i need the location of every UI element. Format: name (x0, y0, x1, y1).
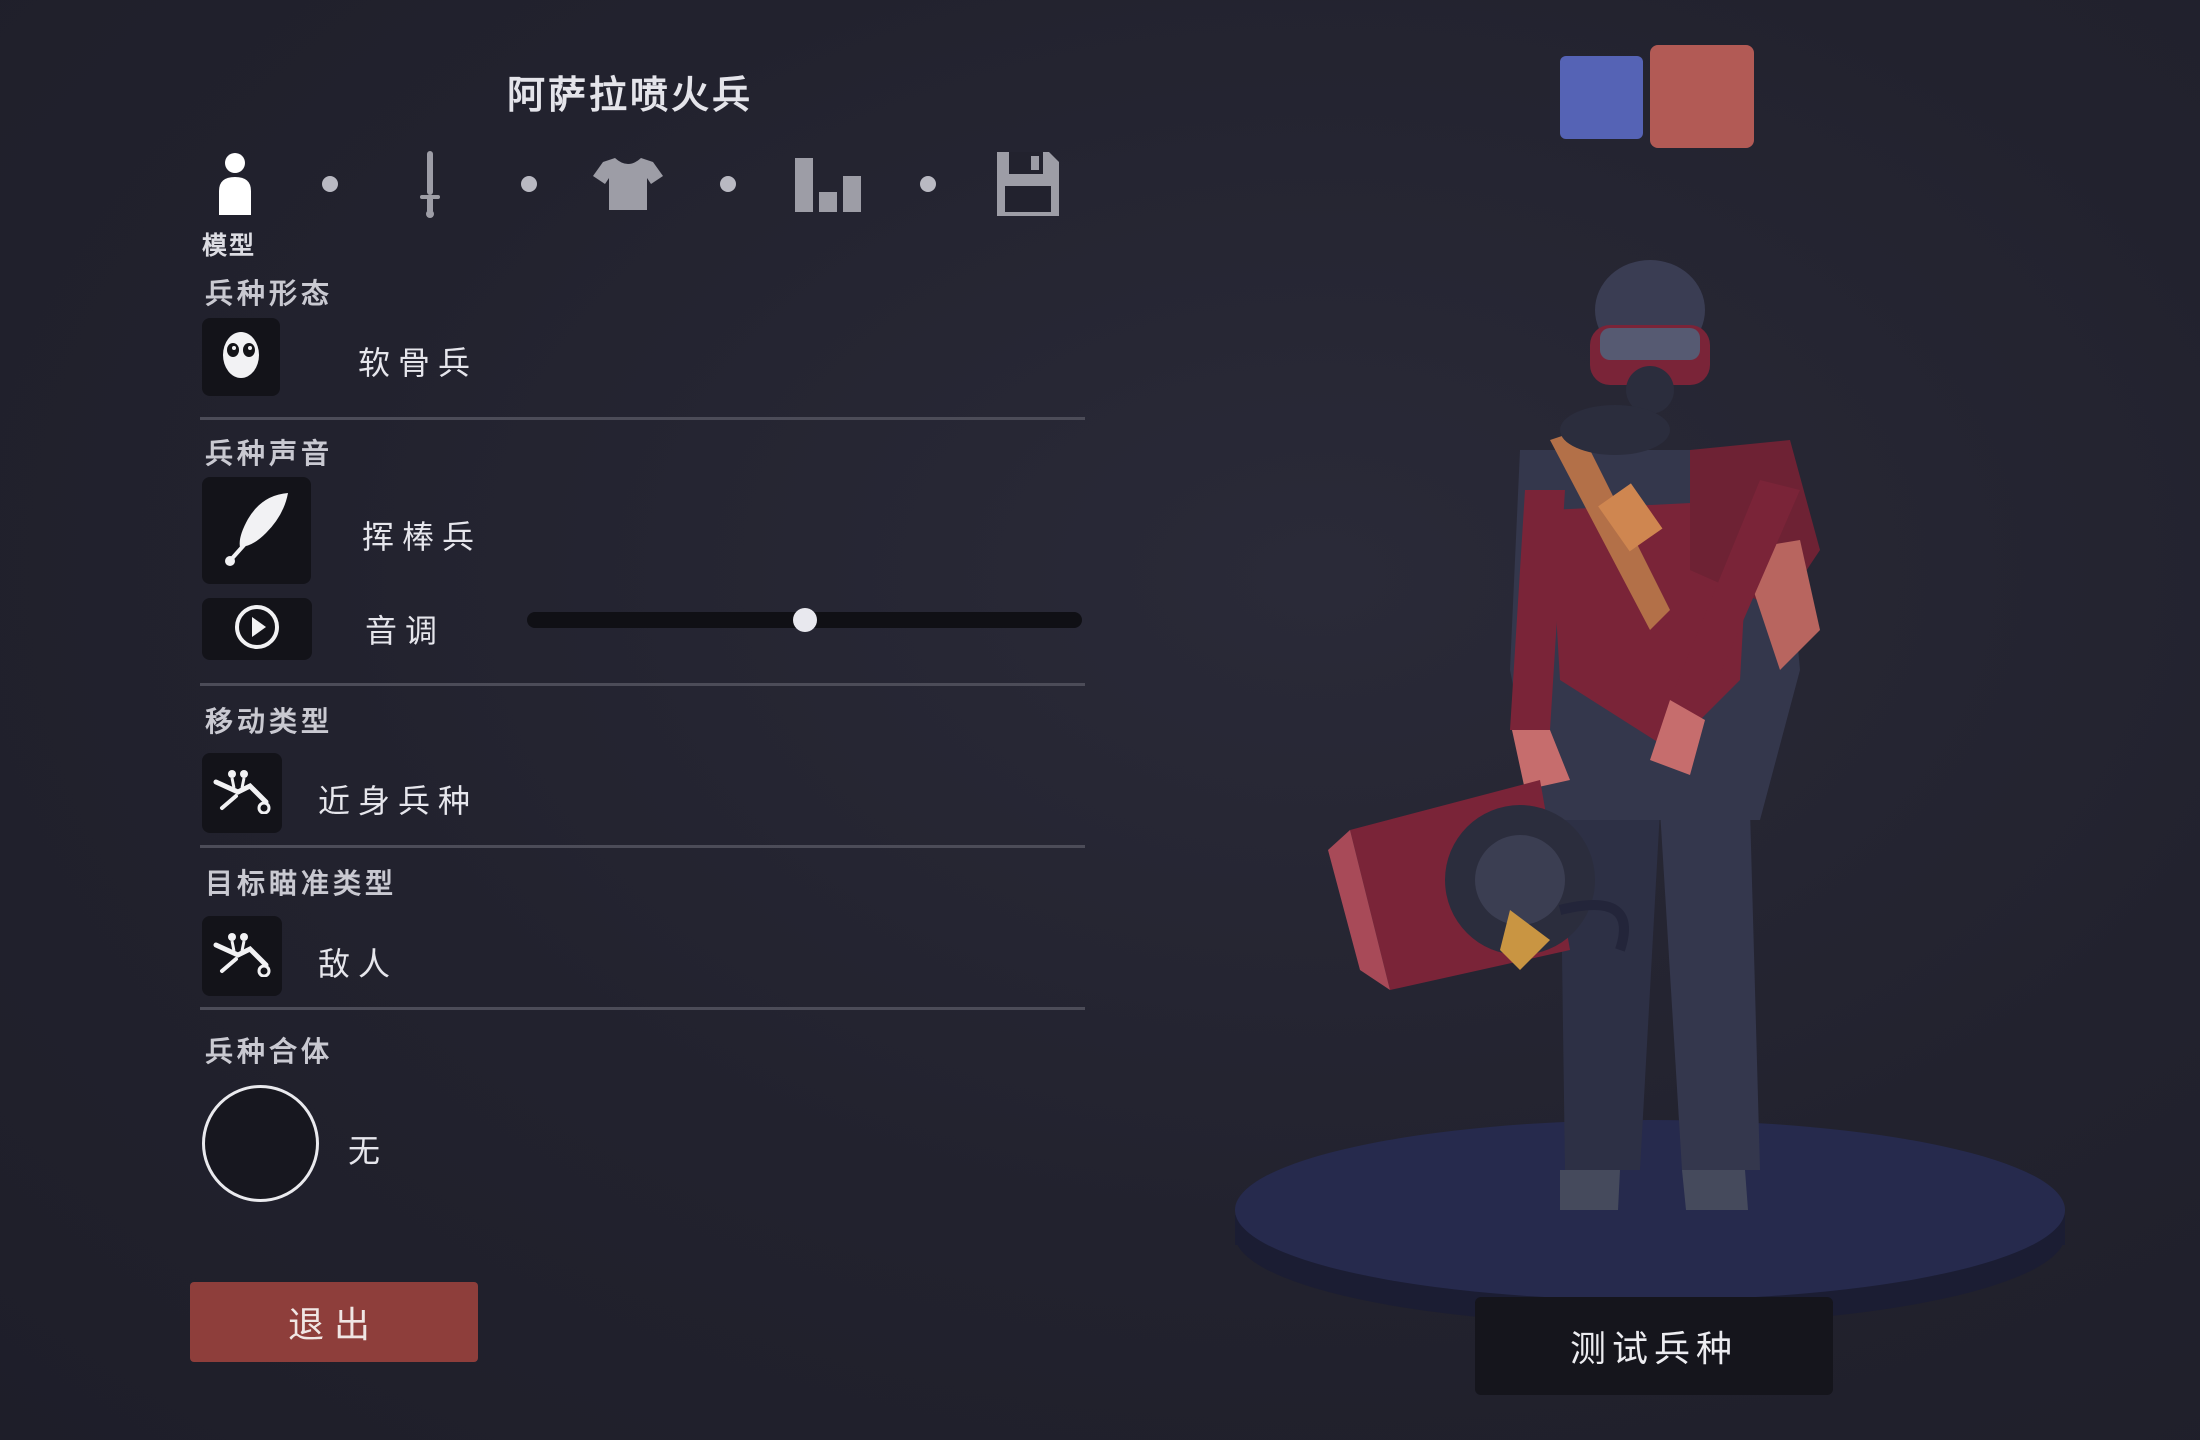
voice-value[interactable]: 挥棒兵 (362, 512, 482, 558)
team-blue-swatch[interactable] (1560, 56, 1643, 139)
form-value[interactable]: 软骨兵 (358, 338, 478, 384)
feather-icon (222, 489, 292, 573)
combination-value: 无 (348, 1132, 389, 1170)
targeting-select-button[interactable] (202, 916, 282, 996)
shirt-icon[interactable] (593, 148, 663, 220)
stats-icon[interactable] (793, 148, 863, 220)
movement-select-button[interactable] (202, 753, 282, 833)
editor-step-nav: 模型 (200, 148, 1070, 260)
exit-button[interactable]: 退出 (190, 1282, 478, 1362)
form-select-button[interactable] (202, 318, 280, 396)
step-separator-dot (720, 176, 736, 192)
targeting-value[interactable]: 敌人 (318, 939, 398, 985)
pitch-slider-handle[interactable] (792, 608, 817, 632)
test-unit-button[interactable]: 测试兵种 (1475, 1297, 1833, 1395)
pitch-label: 音调 (365, 612, 446, 650)
section-divider (200, 683, 1085, 686)
voice-select-button[interactable] (202, 477, 311, 584)
form-section-label: 兵种形态 (205, 277, 334, 310)
charge-icon (212, 768, 272, 818)
skull-mask-icon (221, 330, 261, 384)
save-icon[interactable] (993, 148, 1063, 220)
targeting-section-label: 目标瞄准类型 (205, 867, 398, 900)
movement-section-label: 移动类型 (205, 705, 334, 738)
team-red-swatch[interactable] (1650, 45, 1754, 148)
combination-select-button[interactable] (202, 1085, 319, 1202)
play-sound-button[interactable] (202, 598, 312, 660)
step-separator-dot (521, 176, 537, 192)
voice-section-label: 兵种声音 (205, 437, 334, 470)
play-icon (234, 604, 280, 654)
section-divider (200, 1007, 1085, 1010)
charge-icon (212, 931, 272, 981)
section-divider (200, 845, 1085, 848)
active-step-label: 模型 (202, 231, 257, 260)
sword-icon[interactable] (395, 148, 465, 220)
movement-value[interactable]: 近身兵种 (318, 776, 478, 822)
combination-section-label: 兵种合体 (205, 1035, 334, 1068)
unit-preview[interactable] (1220, 250, 2080, 1350)
section-divider (200, 417, 1085, 420)
step-separator-dot (920, 176, 936, 192)
unit-name-title: 阿萨拉喷火兵 (506, 73, 753, 117)
step-separator-dot (322, 176, 338, 192)
person-icon[interactable] (200, 148, 270, 220)
